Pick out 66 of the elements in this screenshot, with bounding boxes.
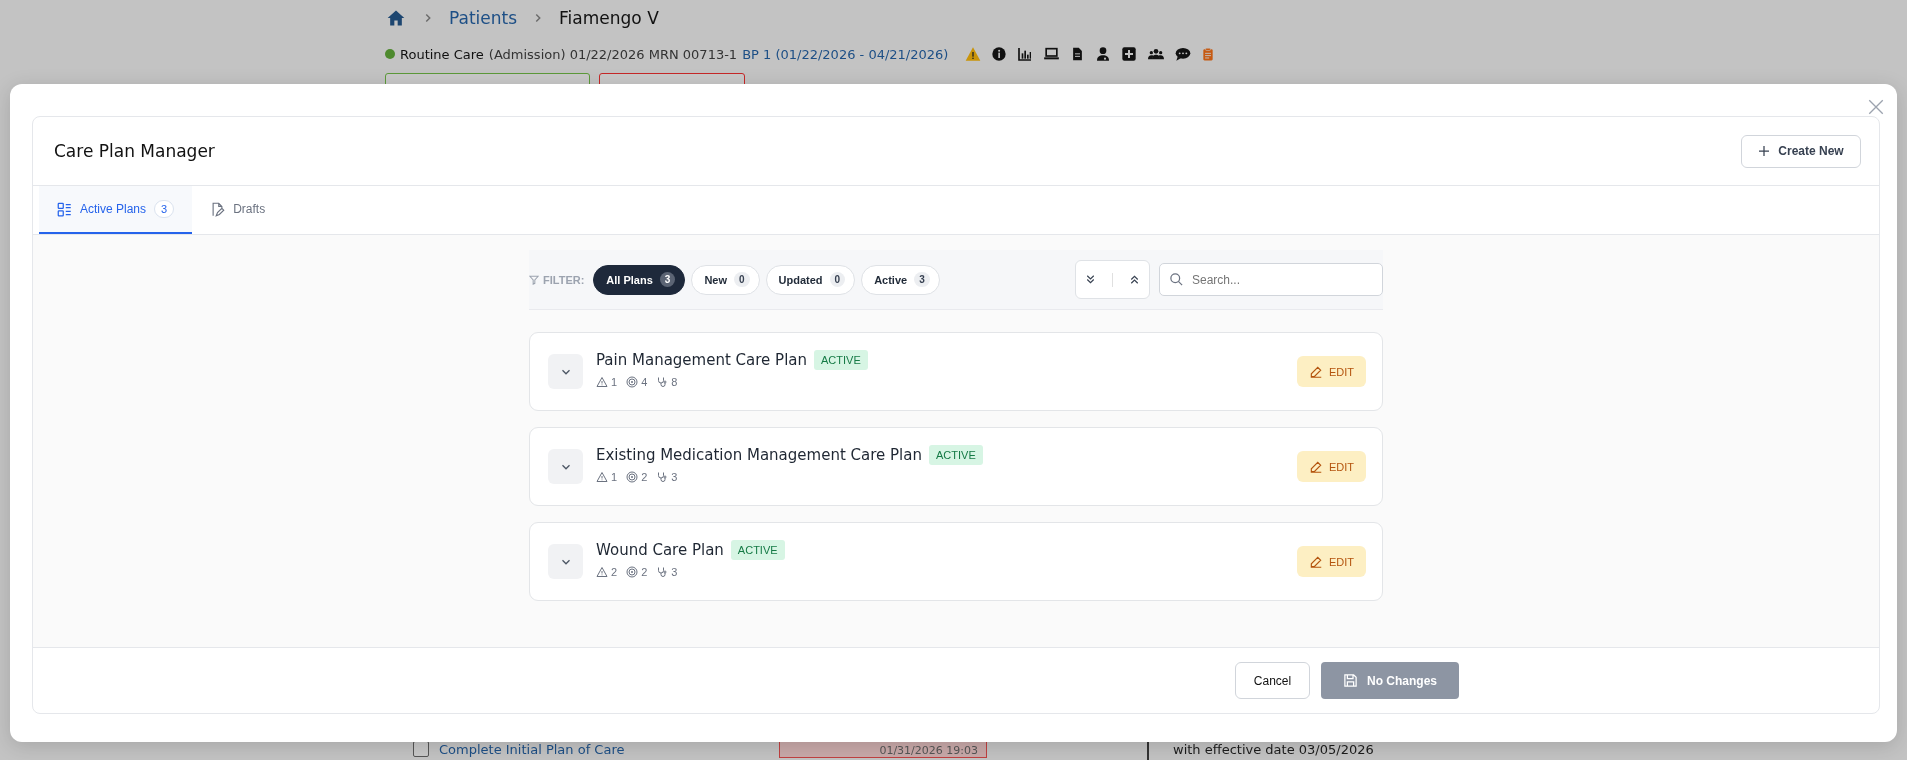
intervention-count: 8 [671, 375, 678, 388]
stethoscope-icon [656, 470, 669, 483]
plan-title: Existing Medication Management Care Plan [596, 445, 922, 464]
breadcrumb-link[interactable]: Patients [449, 8, 518, 28]
encounter-detail: (Admission) 01/22/2026 MRN 00713-1 [488, 46, 738, 62]
create-new-button[interactable]: Create New [1741, 134, 1861, 168]
stethoscope-icon [656, 375, 669, 388]
goal-count: 2 [641, 565, 648, 578]
group-icon[interactable] [1147, 46, 1166, 62]
filter-chip[interactable]: Updated 0 [765, 264, 856, 295]
note-text: with effective date 03/05/2026 [1173, 741, 1374, 757]
timestamp: 01/31/2026 19:03 [879, 744, 978, 757]
tab[interactable]: Active Plans 3 [39, 186, 193, 234]
benefit-period-link[interactable]: BP 1 (01/22/2026 - 04/21/2026) [742, 46, 949, 62]
filter-label: FILTER: [543, 273, 585, 286]
info-icon[interactable] [991, 46, 1008, 62]
laptop-icon[interactable] [1043, 46, 1061, 62]
pencil-icon [1308, 554, 1323, 569]
plan-title: Wound Care Plan [596, 540, 724, 559]
stethoscope-icon [656, 565, 669, 578]
close-icon [1867, 98, 1885, 116]
problem-count: 1 [611, 470, 618, 483]
target-icon [626, 375, 639, 388]
edit-button[interactable]: EDIT [1297, 356, 1366, 387]
goal-count: 2 [641, 470, 648, 483]
warning-icon [596, 565, 608, 578]
chat-icon[interactable] [1175, 46, 1192, 62]
doctor-icon[interactable] [1095, 46, 1112, 62]
plus-icon [1758, 145, 1771, 157]
status-badge: ACTIVE [730, 539, 785, 560]
filter-chip[interactable]: All Plans 3 [593, 264, 686, 295]
breadcrumb-current: Fiamengo V [559, 8, 659, 28]
file-pen-icon [210, 201, 226, 217]
task-link[interactable]: Complete Initial Plan of Care [439, 741, 625, 757]
problem-count: 2 [611, 565, 618, 578]
intervention-count: 3 [671, 470, 678, 483]
intervention-count: 3 [671, 565, 678, 578]
care-type: Routine Care [400, 46, 484, 62]
warning-icon [596, 470, 608, 483]
filter-icon [529, 274, 539, 285]
problem-count: 1 [611, 375, 618, 388]
status-dot [385, 49, 395, 59]
home-icon[interactable] [385, 8, 407, 28]
filter-chip[interactable]: New 0 [691, 264, 760, 295]
filter-chip[interactable]: Active 3 [861, 264, 940, 295]
save-icon [1343, 673, 1358, 688]
status-badge: ACTIVE [814, 349, 868, 370]
pencil-icon [1308, 459, 1323, 474]
tab[interactable]: Drafts [192, 186, 284, 234]
search-field[interactable]: Search... [1159, 263, 1383, 296]
pencil-icon [1308, 364, 1323, 379]
target-icon [626, 470, 639, 483]
warning-icon [596, 375, 608, 388]
edit-button[interactable]: EDIT [1297, 546, 1366, 577]
edit-button[interactable]: EDIT [1297, 451, 1366, 482]
cancel-button[interactable]: Cancel [1235, 662, 1310, 699]
clipboard-icon[interactable] [1201, 46, 1216, 62]
plus-icon[interactable] [1121, 46, 1138, 62]
status-badge: ACTIVE [929, 444, 983, 465]
chart-icon[interactable] [1017, 46, 1034, 62]
target-icon [626, 565, 639, 578]
warning-icon [965, 46, 982, 62]
list-icon [57, 201, 72, 217]
goal-count: 4 [641, 375, 648, 388]
modal-title: Care Plan Manager [54, 141, 215, 161]
plan-title: Pain Management Care Plan [596, 350, 807, 369]
